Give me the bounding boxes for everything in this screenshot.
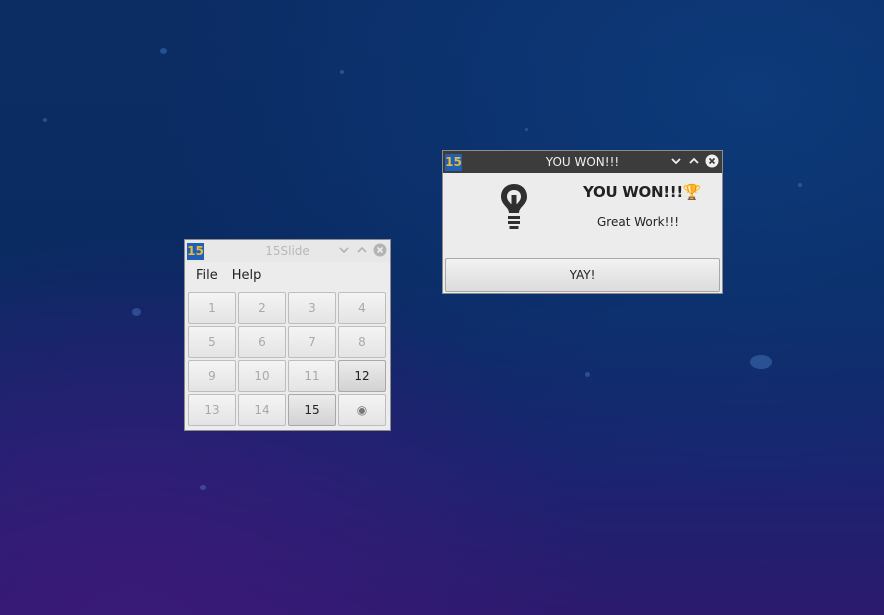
dialog-titlebar[interactable]: 15 YOU WON!!! (443, 151, 722, 173)
bokeh-speck (340, 70, 344, 74)
tile-9[interactable]: 9 (188, 360, 236, 392)
tile-12[interactable]: 12 (338, 360, 386, 392)
menu-bar: File Help (185, 262, 390, 288)
tile-10[interactable]: 10 (238, 360, 286, 392)
close-button[interactable] (705, 154, 719, 168)
menu-file[interactable]: File (191, 268, 223, 283)
bokeh-speck (200, 485, 206, 490)
menu-help[interactable]: Help (227, 268, 267, 283)
tile-11[interactable]: 11 (288, 360, 336, 392)
maximize-button[interactable] (687, 154, 701, 168)
tile-3[interactable]: 3 (288, 292, 336, 324)
close-icon (373, 243, 387, 257)
tile-14[interactable]: 14 (238, 394, 286, 426)
tile-empty[interactable]: ◉ (338, 394, 386, 426)
tile-6[interactable]: 6 (238, 326, 286, 358)
bokeh-speck (43, 118, 47, 122)
maximize-button[interactable] (355, 243, 369, 257)
chevron-down-icon (671, 158, 681, 165)
tile-13[interactable]: 13 (188, 394, 236, 426)
tile-15[interactable]: 15 (288, 394, 336, 426)
bokeh-speck (750, 355, 772, 369)
bokeh-speck (585, 372, 590, 377)
app-icon: 15 (445, 153, 462, 171)
tile-7[interactable]: 7 (288, 326, 336, 358)
bokeh-speck (525, 128, 528, 131)
close-button[interactable] (373, 243, 387, 257)
bokeh-speck (160, 48, 167, 54)
bokeh-speck (132, 308, 141, 316)
app-icon: 15 (187, 242, 204, 260)
tile-8[interactable]: 8 (338, 326, 386, 358)
tile-5[interactable]: 5 (188, 326, 236, 358)
chevron-up-icon (357, 246, 367, 253)
puzzle-grid: 1 2 3 4 5 6 7 8 9 10 11 12 13 14 15 ◉ (188, 292, 386, 426)
close-icon (705, 154, 719, 168)
slide-titlebar[interactable]: 15 15Slide (185, 240, 390, 262)
win-message: Great Work!!! (597, 215, 680, 229)
lightbulb-icon (497, 181, 531, 235)
tile-2[interactable]: 2 (238, 292, 286, 324)
slide-window: 15 15Slide File Help 1 2 3 4 5 6 7 8 9 1… (185, 240, 390, 430)
tile-1[interactable]: 1 (188, 292, 236, 324)
minimize-button[interactable] (669, 154, 683, 168)
chevron-up-icon (689, 157, 699, 164)
chevron-down-icon (339, 247, 349, 254)
win-dialog: 15 YOU WON!!! YOU WON!!!🏆 Great Work!!! … (443, 151, 722, 293)
bokeh-speck (798, 183, 802, 187)
tile-4[interactable]: 4 (338, 292, 386, 324)
minimize-button[interactable] (337, 243, 351, 257)
win-heading: YOU WON!!!🏆 (583, 183, 702, 201)
yay-button[interactable]: YAY! (445, 258, 720, 292)
